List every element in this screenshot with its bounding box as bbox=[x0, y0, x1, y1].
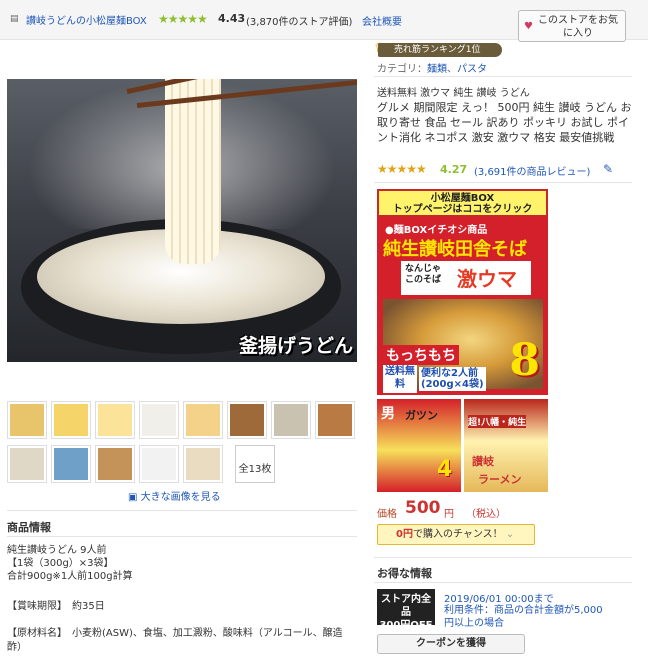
store-top-link-banner[interactable]: 小松屋麺BOX トップページはココをクリック bbox=[377, 189, 548, 217]
price-currency: 円 bbox=[444, 509, 454, 520]
thumbnail[interactable] bbox=[51, 401, 91, 439]
banner-top-line1: 小松屋麺BOX bbox=[430, 193, 495, 204]
featured-soba-banner[interactable]: ●麺BOXイチオシ商品 純生讃岐田舎そば なんじゃ このそば 激ウマ もっちもち … bbox=[377, 217, 548, 395]
product-info-line: 【原材料名】 小麦粉(ASW)、食塩、加工澱粉、酸味料（アルコール、醸造 bbox=[7, 628, 343, 639]
sub-right-text1: 超!八幡・純生 bbox=[468, 415, 527, 428]
main-product-image[interactable]: 釜揚げうどん bbox=[7, 79, 357, 362]
thumbnail[interactable] bbox=[139, 445, 179, 483]
store-rating-value: 4.43 bbox=[218, 12, 246, 25]
store-name-link[interactable]: 讃岐うどんの小松屋麺BOX bbox=[26, 12, 147, 27]
deals-title: お得な情報 bbox=[377, 567, 432, 580]
view-large-image-label: 大きな画像を見る bbox=[140, 492, 221, 503]
view-large-image-link[interactable]: ▣ 大きな画像を見る bbox=[128, 488, 221, 503]
thumbnail[interactable] bbox=[7, 445, 47, 483]
thumbnail[interactable] bbox=[183, 401, 223, 439]
get-coupon-button[interactable]: クーポンを獲得 bbox=[377, 634, 525, 654]
banner-headline2: 純生讃岐田舎そば bbox=[383, 239, 527, 260]
promo-sub-banner-right[interactable]: 超!八幡・純生 讃岐 ラーメン bbox=[464, 399, 548, 492]
category-breadcrumb: カテゴリ：麺類、パスタ bbox=[377, 60, 487, 75]
heart-icon: ♥ bbox=[524, 21, 533, 32]
store-rating-count[interactable]: (3,870件のストア評価) bbox=[246, 13, 352, 28]
product-rating-stars: ★★★★★ bbox=[377, 162, 427, 176]
view-all-images-label: 全13枚 bbox=[238, 464, 272, 475]
add-store-favorite-button[interactable]: ♥ このストアをお気に入り bbox=[518, 10, 626, 42]
lifted-noodles bbox=[165, 79, 221, 264]
store-rating-stars: ★★★★★ bbox=[158, 12, 208, 26]
product-title: グルメ 期間限定 えっ！ 500円 純生 讃岐 うどん お取り寄せ 食品 セール… bbox=[377, 101, 632, 144]
banner-portion: 便利な2人前 (200g×4袋) bbox=[419, 367, 486, 391]
thumbnail[interactable] bbox=[271, 401, 311, 439]
sub-left-text2: ガツン bbox=[405, 409, 438, 422]
divider bbox=[374, 182, 632, 183]
coupon-badge: ストア内全品 300円OFF bbox=[377, 589, 435, 631]
divider bbox=[374, 557, 632, 558]
category-link-pasta[interactable]: パスタ bbox=[457, 64, 487, 75]
thumbnail[interactable] bbox=[95, 445, 135, 483]
store-promo-banner[interactable]: 小松屋麺BOX トップページはココをクリック ●麺BOXイチオシ商品 純生讃岐田… bbox=[377, 189, 548, 494]
write-review-icon[interactable]: ✎ bbox=[603, 162, 613, 176]
banner-catch-box: なんじゃ このそば 激ウマ bbox=[401, 261, 531, 295]
banner-catch-text: なんじゃ このそば bbox=[405, 264, 442, 285]
sub-left-text1: 男 bbox=[381, 406, 395, 422]
thumbnail[interactable] bbox=[139, 401, 179, 439]
company-info-link[interactable]: 会社概要 bbox=[362, 13, 402, 28]
ranking-badge[interactable]: 売れ筋ランキング1位 bbox=[378, 43, 502, 57]
coupon-condition: 利用条件：商品の合計金額が5,000円以上の場合 bbox=[444, 605, 603, 629]
product-review-count-link[interactable]: (3,691件の商品レビュー) bbox=[474, 163, 590, 178]
category-link-noodles[interactable]: 麺類 bbox=[427, 64, 447, 75]
thumbnail[interactable] bbox=[227, 401, 267, 439]
category-label: カテゴリ： bbox=[377, 64, 427, 75]
banner-catch-big: 激ウマ bbox=[457, 267, 517, 291]
store-icon: ▤ bbox=[10, 14, 19, 24]
product-info-line: 純生讃岐うどん 9人前 bbox=[7, 545, 107, 556]
product-info-line: 【1袋（300g）×3袋】 bbox=[7, 558, 114, 569]
thumbnail[interactable] bbox=[7, 401, 47, 439]
thumbnail[interactable] bbox=[315, 401, 355, 439]
product-info-line: 合計900g※1人前100g計算 bbox=[7, 571, 133, 582]
thumbnail[interactable] bbox=[51, 445, 91, 483]
chance-text: で購入のチャンス！ bbox=[412, 529, 503, 540]
price-label: 価格 bbox=[377, 509, 397, 520]
thumbnail[interactable] bbox=[183, 445, 223, 483]
coupon-discount: 300円OFF bbox=[379, 620, 433, 631]
thumbnail[interactable] bbox=[95, 401, 135, 439]
banner-top-line2: トップページはココをクリック bbox=[392, 204, 533, 215]
chance-amount: 0円 bbox=[396, 529, 413, 540]
divider bbox=[374, 582, 632, 583]
free-shipping-badge: 送料無料 bbox=[383, 365, 417, 393]
product-info-line: 【賞味期限】 約35日 bbox=[7, 601, 105, 612]
divider bbox=[374, 76, 632, 77]
price-value: 500 bbox=[405, 498, 441, 518]
view-all-images-button[interactable]: 全13枚 bbox=[235, 445, 275, 483]
price-tax-note: （税込） bbox=[466, 509, 506, 520]
banner-mochi: もっちもち bbox=[383, 345, 459, 365]
category-separator: 、 bbox=[447, 64, 457, 75]
zero-yen-chance-button[interactable]: 0円で購入のチャンス！ ⌄ bbox=[377, 524, 535, 545]
sub-right-text2: 讃岐 bbox=[472, 455, 494, 468]
sub-right-text3: ラーメン bbox=[478, 473, 522, 486]
coupon-scope: ストア内全品 bbox=[381, 594, 431, 618]
banner-headline1: ●麺BOXイチオシ商品 bbox=[385, 225, 488, 236]
banner-servings-number: 8 bbox=[509, 335, 540, 386]
product-info-title: 商品情報 bbox=[7, 521, 51, 534]
product-rating-value: 4.27 bbox=[440, 163, 468, 176]
divider bbox=[7, 510, 357, 511]
main-image-caption: 釜揚げうどん bbox=[238, 335, 353, 357]
divider bbox=[7, 536, 357, 537]
coupon-expiry: 2019/06/01 00:00まで bbox=[444, 594, 554, 605]
promo-sub-banner-left[interactable]: 男 ガツン 4 bbox=[377, 399, 461, 492]
product-tagline: 送料無料 激ウマ 純生 讃岐 うどん bbox=[377, 88, 530, 99]
product-info-line: 酢） bbox=[7, 642, 27, 653]
chevron-down-icon: ⌄ bbox=[505, 529, 515, 540]
sub-left-text3: 4 bbox=[437, 457, 453, 482]
add-store-favorite-label: このストアをお気に入り bbox=[538, 15, 618, 39]
